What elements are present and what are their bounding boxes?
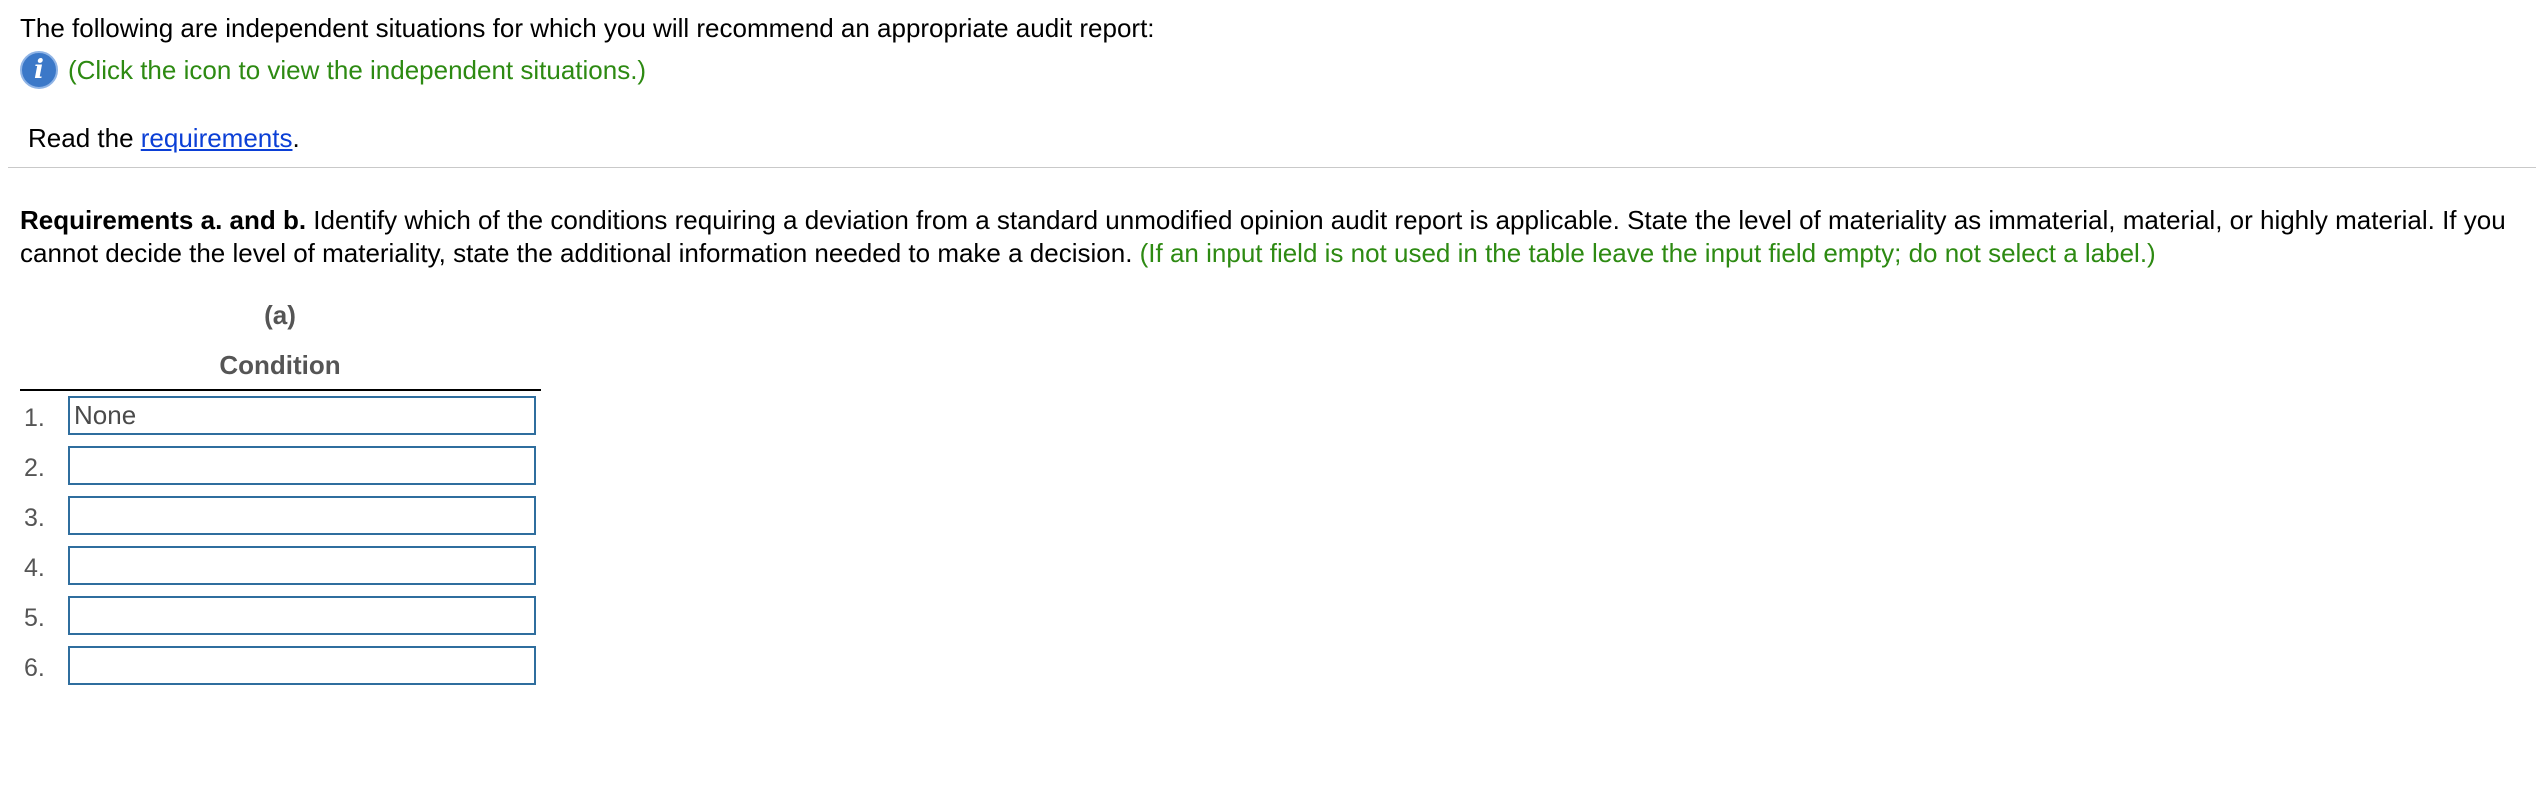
condition-column-header: Condition	[219, 350, 341, 380]
requirements-hint: (If an input field is not used in the ta…	[1132, 238, 2156, 268]
requirements-link[interactable]: requirements	[141, 123, 293, 153]
section-divider	[8, 167, 2536, 168]
column-letter-header: (a)	[264, 300, 296, 330]
row-number: 6.	[24, 654, 45, 682]
row-number: 2.	[24, 454, 45, 482]
row-number: 1.	[24, 404, 45, 432]
info-hint-text: (Click the icon to view the independent …	[68, 54, 647, 85]
intro-text: The following are independent situations…	[20, 13, 1155, 43]
header-rule	[20, 389, 541, 391]
condition-input-2[interactable]	[68, 446, 536, 485]
row-number: 4.	[24, 554, 45, 582]
info-icon[interactable]: i	[20, 51, 58, 89]
condition-input-5[interactable]	[68, 596, 536, 635]
requirements-label: Requirements a. and b.	[20, 205, 307, 235]
requirements-instructions: Requirements a. and b. Identify which of…	[20, 204, 2520, 270]
info-icon-glyph: i	[34, 55, 44, 85]
read-prefix: Read the	[28, 123, 141, 153]
condition-input-6[interactable]	[68, 646, 536, 685]
info-row: i (Click the icon to view the independen…	[20, 50, 646, 90]
read-requirements-line: Read the requirements.	[28, 120, 300, 156]
condition-input-3[interactable]	[68, 496, 536, 535]
condition-input-1[interactable]	[68, 396, 536, 435]
row-number: 5.	[24, 604, 45, 632]
row-number: 3.	[24, 504, 45, 532]
read-suffix: .	[292, 123, 300, 153]
condition-input-4[interactable]	[68, 546, 536, 585]
